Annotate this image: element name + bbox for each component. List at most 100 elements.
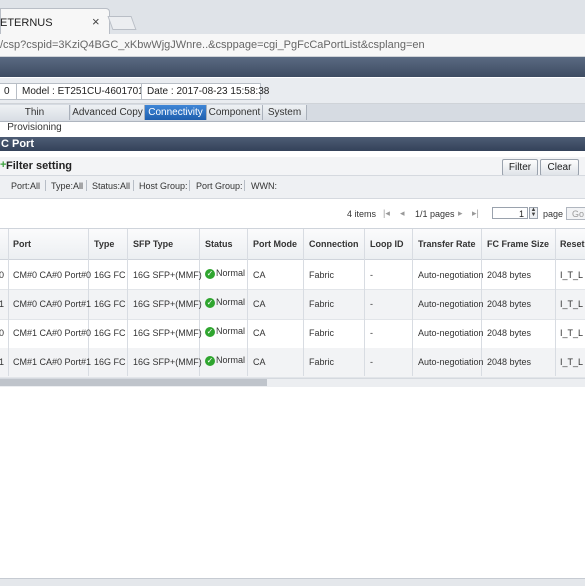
check-circle-icon: ✓ xyxy=(205,268,215,279)
cell-connection: Fabric xyxy=(309,328,335,338)
cell-status: ✓ Normal xyxy=(205,297,245,308)
url-text[interactable]: /csp?cspid=3KziQ4BGC_xKbwWjgJWnre..&cspp… xyxy=(0,39,425,51)
criteria-divider xyxy=(86,180,87,191)
status-text: Normal xyxy=(216,355,246,365)
prev-page-icon[interactable]: ◂ xyxy=(400,208,405,219)
model-info: Model : ET251CU-4601701200 xyxy=(16,83,160,100)
cell-port: CM#0 CA#0 Port#1 xyxy=(13,299,92,309)
cell-port-mode: CA xyxy=(253,270,266,280)
nav-tab-advanced-copy[interactable]: Advanced Copy xyxy=(71,105,145,120)
column-header-port-mode[interactable]: Port Mode xyxy=(253,239,297,249)
cell-lead: 1 xyxy=(0,299,5,309)
browser-tab-title: ETERNUS xyxy=(0,17,53,29)
first-page-icon[interactable]: |◂ xyxy=(383,208,390,219)
date-info: Date : 2017-08-23 15:58:38 xyxy=(141,83,269,100)
filter-bar xyxy=(0,157,585,175)
last-page-icon[interactable]: ▸| xyxy=(472,208,479,219)
column-header-loop-id[interactable]: Loop ID xyxy=(370,239,404,249)
criteria-status: Status:All xyxy=(92,181,131,191)
page-number-input[interactable]: 1 xyxy=(492,207,528,219)
filter-criteria xyxy=(0,175,585,199)
filter-button[interactable]: Filter xyxy=(502,159,538,176)
cell-reset: I_T_L xyxy=(560,328,584,338)
cell-type: 16G FC xyxy=(94,299,126,309)
new-tab-button[interactable] xyxy=(107,16,137,30)
cell-port: CM#1 CA#0 Port#1 xyxy=(13,357,92,367)
cell-reset: I_T_L xyxy=(560,299,584,309)
cell-sfp-type: 16G SFP+(MMF) xyxy=(133,270,202,280)
cell-type: 16G FC xyxy=(94,357,126,367)
filter-setting-toggle[interactable]: Filter setting xyxy=(6,160,72,172)
criteria-host-group: Host Group: xyxy=(139,181,188,191)
criteria-wwn: WWN: xyxy=(251,181,277,191)
cell-status: ✓ Normal xyxy=(205,326,245,337)
column-divider[interactable] xyxy=(303,229,304,376)
criteria-type: Type:All xyxy=(51,181,84,191)
column-divider[interactable] xyxy=(127,229,128,376)
cell-port-mode: CA xyxy=(253,328,266,338)
cell-transfer-rate: Auto-negotiation xyxy=(418,328,484,338)
cell-connection: Fabric xyxy=(309,357,335,367)
column-header-status[interactable]: Status xyxy=(205,239,233,249)
nav-tab-component[interactable]: Component xyxy=(207,105,263,120)
go-button[interactable]: Go xyxy=(566,207,585,220)
cell-transfer-rate: Auto-negotiation xyxy=(418,270,484,280)
cell-port-mode: CA xyxy=(253,357,266,367)
next-page-icon[interactable]: ▸ xyxy=(458,208,463,219)
criteria-port: Port:All xyxy=(11,181,41,191)
cell-connection: Fabric xyxy=(309,299,335,309)
column-divider[interactable] xyxy=(555,229,556,376)
criteria-divider xyxy=(244,180,245,191)
nav-tab-system[interactable]: System xyxy=(263,105,307,120)
cell-transfer-rate: Auto-negotiation xyxy=(418,357,484,367)
cell-type: 16G FC xyxy=(94,270,126,280)
check-circle-icon: ✓ xyxy=(205,355,215,366)
app-header-bar xyxy=(0,57,585,77)
column-divider[interactable] xyxy=(8,229,9,376)
cell-port: CM#0 CA#0 Port#0 xyxy=(13,270,92,280)
cell-port: CM#1 CA#0 Port#0 xyxy=(13,328,92,338)
cell-sfp-type: 16G SFP+(MMF) xyxy=(133,328,202,338)
section-header xyxy=(0,137,585,151)
column-header-transfer-rate[interactable]: Transfer Rate xyxy=(418,239,476,249)
page-label: page xyxy=(543,209,564,219)
cell-sfp-type: 16G SFP+(MMF) xyxy=(133,299,202,309)
check-circle-icon: ✓ xyxy=(205,326,215,337)
column-divider[interactable] xyxy=(412,229,413,376)
page-spinner[interactable]: ▲ ▼ xyxy=(529,207,538,219)
cell-type: 16G FC xyxy=(94,328,126,338)
column-header-connection[interactable]: Connection xyxy=(309,239,359,249)
criteria-port-group: Port Group: xyxy=(196,181,243,191)
cell-reset: I_T_L xyxy=(560,357,584,367)
clear-button[interactable]: Clear xyxy=(540,159,579,176)
cell-frame-size: 2048 bytes xyxy=(487,299,532,309)
criteria-divider xyxy=(45,180,46,191)
column-header-port[interactable]: Port xyxy=(13,239,31,249)
cell-status: ✓ Normal xyxy=(205,268,245,279)
cell-loop-id: - xyxy=(370,328,373,338)
column-header-type[interactable]: Type xyxy=(94,239,114,249)
tab-close-icon[interactable]: × xyxy=(92,14,100,29)
cell-lead: 1 xyxy=(0,357,5,367)
column-divider[interactable] xyxy=(364,229,365,376)
cell-loop-id: - xyxy=(370,357,373,367)
column-divider[interactable] xyxy=(247,229,248,376)
nav-tab-thin-provisioning[interactable]: Thin Provisioning xyxy=(0,105,70,133)
scrollbar-thumb[interactable] xyxy=(0,379,267,386)
column-header-fc-frame-size[interactable]: FC Frame Size xyxy=(487,239,549,249)
status-text: Normal xyxy=(216,268,246,278)
cell-frame-size: 2048 bytes xyxy=(487,270,532,280)
nav-tab-connectivity[interactable]: Connectivity xyxy=(145,105,207,120)
item-count: 4 items xyxy=(347,209,377,219)
check-circle-icon: ✓ xyxy=(205,297,215,308)
cell-loop-id: - xyxy=(370,299,373,309)
page-count: 1/1 pages xyxy=(415,209,455,219)
cell-port-mode: CA xyxy=(253,299,266,309)
status-text: Normal xyxy=(216,326,246,336)
cell-reset: I_T_L xyxy=(560,270,584,280)
column-header-sfp-type[interactable]: SFP Type xyxy=(133,239,173,249)
cell-transfer-rate: Auto-negotiation xyxy=(418,299,484,309)
column-header-reset[interactable]: Reset xyxy=(560,239,585,249)
status-text: Normal xyxy=(216,297,246,307)
cell-loop-id: - xyxy=(370,270,373,280)
